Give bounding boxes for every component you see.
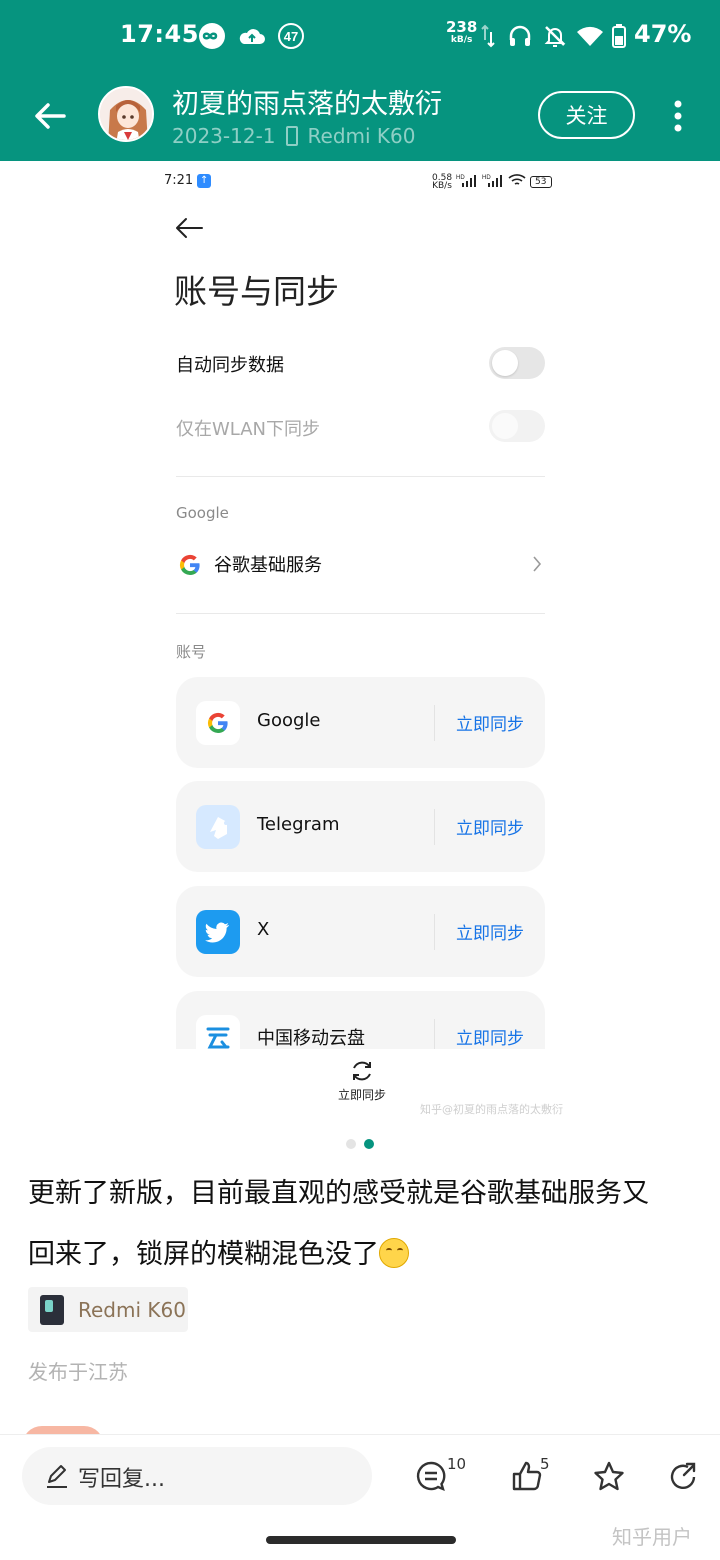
row-separator: [434, 914, 435, 950]
google-services-row[interactable]: 谷歌基础服务: [176, 549, 545, 579]
sync-now-button[interactable]: 立即同步: [456, 814, 524, 839]
system-status-bar: 17:45 47 238 kB/s 47%: [0, 0, 720, 72]
sync-now-button[interactable]: 立即同步: [456, 710, 524, 735]
wifi-icon: [575, 22, 603, 50]
like-count: 5: [540, 1455, 550, 1473]
post-meta: 2023-12-1 Redmi K60: [172, 124, 415, 148]
thumbs-up-icon[interactable]: [510, 1459, 544, 1493]
data-transfer-icon: [480, 22, 508, 50]
image-wifi-icon: [508, 173, 526, 190]
telegram-icon: [196, 805, 240, 849]
signal-2-icon: HD: [482, 173, 504, 190]
divider: [176, 476, 545, 477]
image-status-right: 0.58 KB/s HD HD 53: [432, 173, 552, 190]
signal-1-icon: HD: [456, 173, 478, 190]
settings-title: 账号与同步: [174, 272, 339, 311]
notification-count-icon: 47: [277, 22, 305, 50]
follow-button[interactable]: 关注: [538, 91, 635, 139]
image-pager-dots[interactable]: [346, 1139, 374, 1149]
account-row-x[interactable]: X 立即同步: [176, 886, 545, 977]
post-text-line2-row: 回来了，锁屏的模糊混色没了: [28, 1224, 698, 1285]
post-device: Redmi K60: [307, 124, 416, 148]
account-row-google[interactable]: Google 立即同步: [176, 677, 545, 768]
google-section-header: Google: [176, 504, 229, 522]
comment-count: 10: [447, 1455, 467, 1473]
zhihu-watermark: 知乎用户: [612, 1525, 692, 1549]
reply-input[interactable]: 写回复...: [22, 1447, 372, 1505]
comment-icon[interactable]: [414, 1459, 448, 1493]
account-name: Telegram: [257, 814, 340, 835]
row-separator: [434, 705, 435, 741]
sync-now-button[interactable]: 立即同步: [456, 919, 524, 944]
headphones-icon: [506, 22, 534, 50]
cloud-upload-icon: [238, 22, 266, 50]
author-avatar[interactable]: [98, 86, 154, 142]
account-row-telegram[interactable]: Telegram 立即同步: [176, 781, 545, 872]
app-top-bar: 17:45 47 238 kB/s 47% 初夏的雨点落的太敷衍 2023-12…: [0, 0, 720, 161]
reply-placeholder: 写回复...: [78, 1467, 165, 1492]
post-header: 初夏的雨点落的太敷衍 2023-12-1 Redmi K60 关注: [0, 72, 720, 161]
account-name: X: [257, 919, 270, 940]
share-icon[interactable]: [666, 1459, 700, 1493]
bottom-action-bar: 写回复... 10 5 知乎用户: [0, 1434, 720, 1560]
network-speed-unit: kB/s: [450, 35, 473, 45]
google-icon: [196, 701, 240, 745]
auto-sync-toggle[interactable]: [489, 347, 545, 379]
account-name: 中国移动云盘: [257, 1028, 365, 1049]
smile-emoji-icon: [379, 1238, 409, 1268]
post-date: 2023-12-1: [172, 124, 276, 148]
post-location: 发布于江苏: [28, 1360, 128, 1384]
image-watermark: 知乎@初夏的雨点落的太敷衍: [420, 1103, 563, 1116]
image-status-time: 7:21: [164, 173, 194, 188]
wlan-only-toggle[interactable]: [489, 410, 545, 442]
divider: [176, 613, 545, 614]
infinity-app-icon: [198, 22, 226, 50]
image-net-speed: 0.58 KB/s: [432, 173, 452, 191]
image-net-speed-unit: KB/s: [432, 180, 452, 191]
back-arrow-icon[interactable]: [30, 96, 70, 136]
post-text-line1: 更新了新版，目前最直观的感受就是谷歌基础服务又: [28, 1178, 649, 1209]
signal-1-tag: HD: [456, 175, 465, 181]
network-speed: 238 kB/s: [446, 18, 478, 46]
signal-2-tag: HD: [482, 175, 491, 181]
post-text-line2: 回来了，锁屏的模糊混色没了: [28, 1239, 379, 1270]
google-services-label: 谷歌基础服务: [214, 555, 322, 576]
account-name: Google: [257, 710, 321, 731]
image-status-left: 7:21 ↑: [164, 173, 212, 188]
twitter-icon: [196, 910, 240, 954]
phone-icon: [285, 126, 298, 146]
post-image[interactable]: 7:21 ↑ 0.58 KB/s HD HD 53 账号与同步 自动同步数据 仅在…: [0, 161, 720, 1136]
network-speed-value: 238: [446, 18, 478, 36]
battery-percent: 47%: [634, 20, 692, 48]
mute-bell-icon: [541, 22, 569, 50]
row-separator: [434, 809, 435, 845]
post-content: 更新了新版，目前最直观的感受就是谷歌基础服务又 回来了，锁屏的模糊混色没了: [28, 1163, 698, 1285]
settings-back-arrow-icon[interactable]: [174, 216, 204, 240]
pencil-icon: [47, 1465, 67, 1488]
accounts-section-header: 账号: [176, 643, 207, 661]
wlan-only-label: 仅在WLAN下同步: [176, 419, 321, 440]
auto-sync-label: 自动同步数据: [176, 355, 284, 376]
sync-now-label: 立即同步: [337, 1088, 386, 1102]
author-name[interactable]: 初夏的雨点落的太敷衍: [172, 82, 442, 121]
status-time: 17:45: [120, 20, 199, 48]
notification-count-text: 47: [284, 29, 298, 44]
pager-dot-active[interactable]: [364, 1139, 374, 1149]
chevron-right-icon: [532, 555, 542, 573]
image-battery: 53: [530, 175, 552, 188]
sync-now-action[interactable]: 立即同步: [332, 1058, 392, 1103]
device-tag-label: Redmi K60: [78, 1297, 186, 1322]
home-indicator[interactable]: [266, 1536, 456, 1544]
phone-device-icon: [40, 1294, 64, 1325]
pager-dot[interactable]: [346, 1139, 356, 1149]
star-icon[interactable]: [592, 1459, 626, 1493]
google-g-icon: [178, 553, 202, 581]
more-vertical-icon[interactable]: [664, 98, 692, 134]
device-tag[interactable]: Redmi K60: [28, 1287, 188, 1332]
refresh-icon: [353, 1061, 371, 1081]
sync-now-button[interactable]: 立即同步: [456, 1024, 524, 1049]
upload-icon: ↑: [197, 173, 212, 188]
